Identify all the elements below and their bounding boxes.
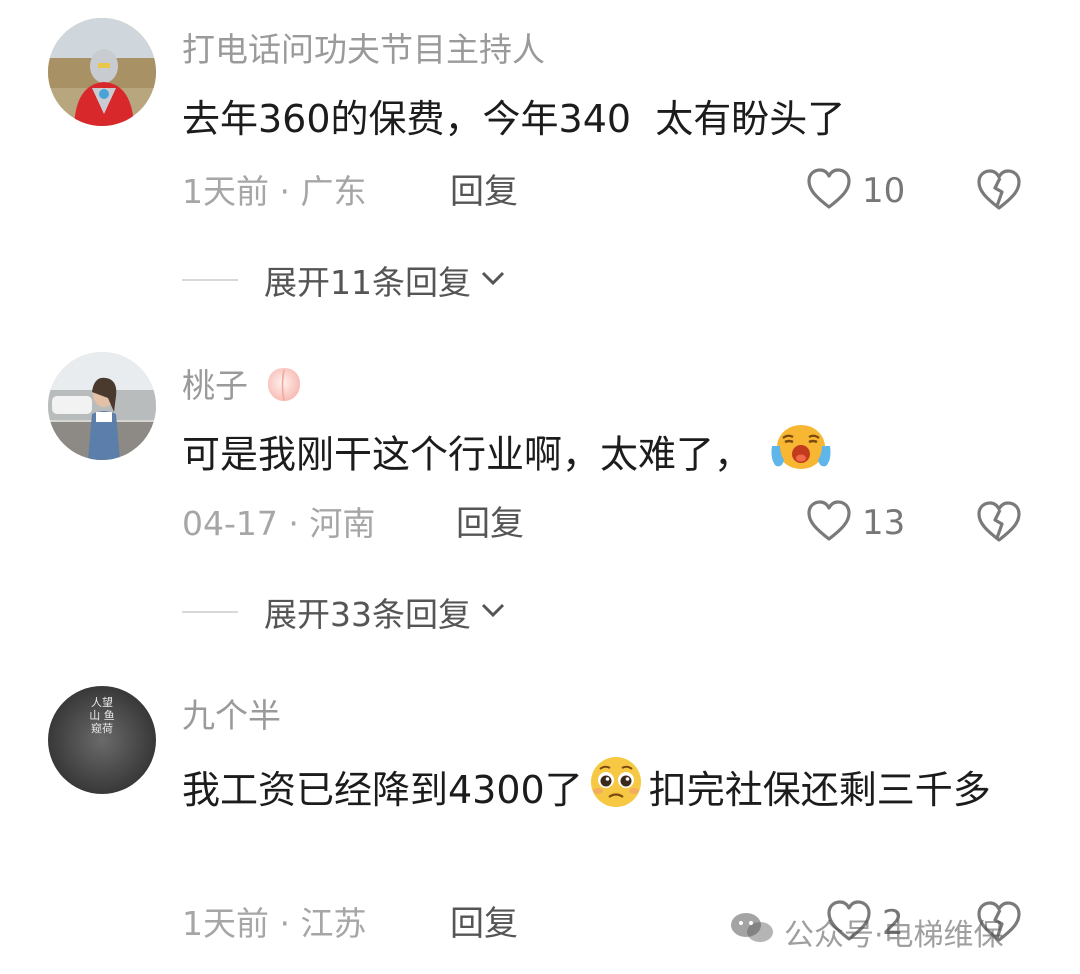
username[interactable]: 打电话问功夫节目主持人 [182, 30, 545, 70]
chevron-down-icon [479, 268, 507, 292]
peach-emoji [263, 362, 305, 413]
heart-outline-icon [806, 499, 852, 547]
comment-text: 可是我刚干这个行业啊，太难了， [182, 420, 1042, 494]
username[interactable]: 桃子 [182, 362, 309, 413]
reply-button[interactable]: 回复 [450, 172, 518, 212]
comment-text-part1: 我工资已经降到4300了 [182, 768, 583, 812]
comment-time: 1天前 [182, 904, 269, 943]
meta-separator: · [279, 172, 301, 211]
comment-meta: 04-17 · 河南 [182, 504, 375, 544]
expand-replies-label: 展开11条回复 [264, 263, 471, 302]
expand-replies-label: 展开33条回复 [264, 595, 471, 634]
comment-meta: 1天前 · 江苏 [182, 904, 366, 944]
dislike-button[interactable] [976, 500, 1022, 546]
pleading-face-emoji [587, 754, 645, 831]
reply-button[interactable]: 回复 [456, 504, 524, 544]
wechat-icon [728, 910, 776, 954]
broken-heart-icon [976, 501, 1022, 548]
divider [182, 279, 238, 281]
avatar[interactable]: 人望山 鱼窥荷 [48, 686, 156, 794]
crying-face-emoji [768, 420, 834, 494]
like-button[interactable]: 10 [806, 168, 905, 214]
meta-separator: · [288, 504, 310, 543]
dislike-button[interactable] [976, 168, 1022, 214]
comment-location: 河南 [309, 504, 376, 543]
comment-time: 04-17 [182, 504, 278, 543]
divider [182, 611, 238, 613]
comment-text-body: 可是我刚干这个行业啊，太难了， [182, 432, 753, 477]
like-count: 13 [862, 503, 906, 543]
like-button[interactable]: 13 [806, 500, 905, 546]
like-count: 10 [862, 171, 906, 211]
avatar[interactable] [48, 18, 156, 126]
comment-time: 1天前 [182, 172, 269, 211]
reply-button[interactable]: 回复 [450, 904, 518, 944]
username-text: 桃子 [182, 366, 248, 405]
comment-text: 我工资已经降到4300了 扣完社保还剩三千多 [182, 754, 1042, 831]
heart-outline-icon [806, 167, 852, 215]
comment-text: 去年360的保费，今年340 太有盼头了 [182, 86, 1042, 152]
comment-meta: 1天前 · 广东 [182, 172, 366, 212]
expand-replies[interactable]: 展开33条回复 [182, 590, 507, 634]
chevron-down-icon [479, 600, 507, 624]
comment-location: 江苏 [300, 904, 367, 943]
watermark: 公众号·电梯维保 [728, 910, 1004, 954]
expand-replies[interactable]: 展开11条回复 [182, 258, 507, 302]
comment-text-part2: 扣完社保还剩三千多 [648, 768, 991, 812]
avatar-caption: 人望山 鱼窥荷 [89, 696, 115, 735]
meta-separator: · [279, 904, 301, 943]
username[interactable]: 九个半 [182, 696, 281, 736]
comment-list: 打电话问功夫节目主持人 去年360的保费，今年340 太有盼头了 1天前 · 广… [0, 0, 1080, 974]
watermark-text: 公众号·电梯维保 [784, 918, 1004, 953]
comment-location: 广东 [300, 172, 367, 211]
broken-heart-icon [976, 169, 1022, 216]
avatar[interactable] [48, 352, 156, 460]
comment-text-body: 去年360的保费，今年340 太有盼头了 [182, 97, 846, 141]
